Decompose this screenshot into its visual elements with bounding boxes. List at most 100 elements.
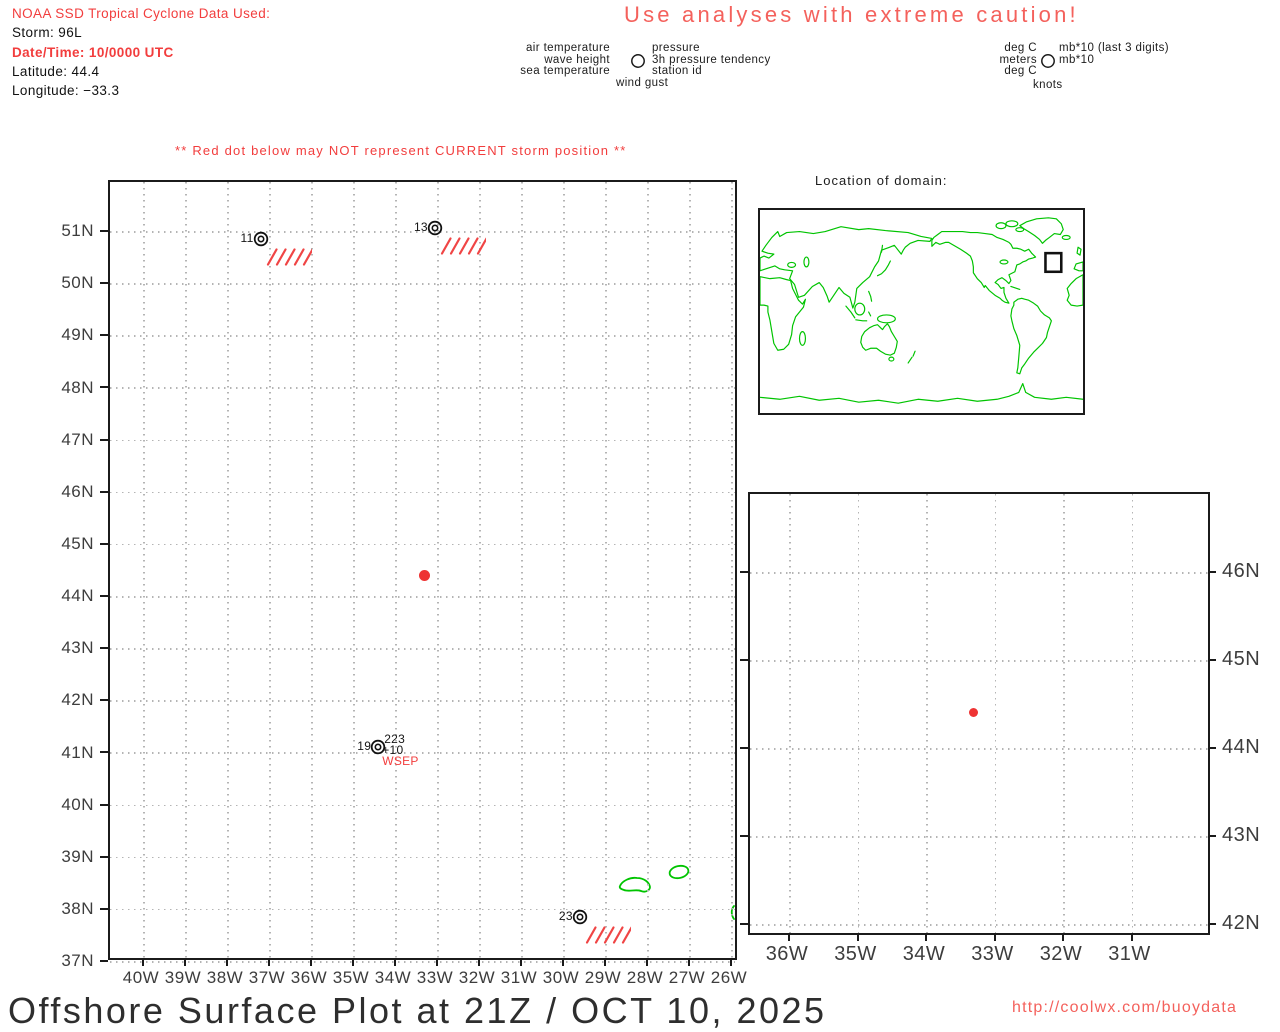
gridline-vertical (994, 494, 997, 933)
gridline-vertical (143, 182, 145, 958)
gridline-horizontal (110, 700, 735, 702)
station-circle-icon (631, 54, 645, 68)
y-tick-label: 49N (61, 325, 94, 345)
gridline-horizontal (110, 387, 735, 389)
y-tick-mark (100, 386, 108, 389)
y-tick-mark (1208, 659, 1216, 661)
gridline-vertical (647, 182, 649, 958)
x-tick-mark (788, 933, 790, 941)
station-id-number: 19 (357, 739, 372, 754)
y-tick-mark (100, 699, 108, 702)
x-tick-label: 35W (834, 943, 877, 965)
offshore-surface-plot-page: { "colors": { "red_text": "#f23d3d", "so… (0, 0, 1280, 1031)
y-tick-label: 48N (61, 377, 94, 397)
x-tick-label: 32W (1039, 943, 1083, 965)
plot-title: Offshore Surface Plot at 21Z / OCT 10, 2… (8, 990, 827, 1031)
y-tick-mark (100, 647, 108, 650)
y-tick-label: 40N (61, 794, 94, 814)
gridline-horizontal (110, 908, 735, 911)
gridline-horizontal (110, 439, 735, 442)
world-map-coastlines (760, 217, 1083, 404)
y-tick-mark (1208, 923, 1216, 925)
gridline-horizontal (110, 283, 735, 285)
missing-data-slashes (440, 237, 486, 255)
gridline-horizontal (110, 491, 735, 494)
gridline-horizontal (750, 924, 1208, 926)
gridline-vertical (563, 182, 565, 958)
gridline-horizontal (110, 543, 735, 546)
gridline-vertical (1131, 494, 1134, 933)
gridline-horizontal (750, 748, 1208, 750)
gridline-horizontal (110, 960, 735, 963)
storm-name: Storm: 96L (12, 25, 83, 41)
gridline-vertical (269, 182, 271, 958)
legend-unit-degc-air: deg C (1004, 42, 1037, 54)
gridline-vertical (227, 182, 229, 958)
storm-position-warning: ** Red dot below may NOT represent CURRE… (175, 143, 627, 158)
x-tick-label: 33W (971, 943, 1014, 965)
legend-unit-meters: meters (999, 53, 1037, 66)
x-tick-label: 26W (710, 968, 748, 987)
legend-air-temperature: air temperature (526, 42, 610, 54)
storm-info-block: NOAA SSD Tropical Cyclone Data Used: Sto… (12, 4, 270, 100)
y-tick-mark (740, 571, 748, 573)
y-tick-label: 39N (61, 846, 94, 866)
storm-latitude: Latitude: 44.4 (12, 63, 100, 79)
y-tick-mark (740, 835, 748, 837)
gridline-horizontal (110, 856, 735, 859)
y-tick-label: 42N (61, 690, 94, 710)
y-tick-label: 44N (61, 586, 94, 606)
gridline-horizontal (750, 660, 1208, 662)
buoy-station-icon (253, 231, 268, 247)
caution-headline: Use analyses with extreme caution! (624, 2, 1079, 27)
gridline-horizontal (110, 595, 735, 598)
y-tick-label: 47N (61, 429, 94, 449)
gridline-vertical (185, 182, 187, 958)
y-tick-mark (1208, 835, 1216, 837)
y-tick-label: 45N (61, 533, 94, 553)
gridline-vertical (731, 182, 733, 958)
y-tick-label: 38N (61, 898, 94, 918)
gridline-horizontal (110, 752, 735, 754)
y-tick-mark (100, 803, 108, 806)
legend-unit-knots: knots (1033, 79, 1063, 91)
y-tick-label: 51N (61, 221, 94, 241)
x-tick-label: 34W (902, 943, 946, 965)
x-tick-mark (1130, 933, 1133, 941)
gridline-vertical (353, 182, 355, 958)
y-tick-mark (100, 959, 108, 962)
y-tick-label: 44N (1222, 736, 1261, 759)
y-tick-mark (100, 490, 108, 493)
y-tick-label: 46N (1222, 560, 1261, 583)
y-tick-label: 45N (1222, 648, 1261, 671)
y-tick-mark (100, 542, 108, 545)
y-tick-mark (100, 907, 108, 910)
y-tick-mark (740, 923, 748, 925)
y-tick-label: 42N (1222, 912, 1261, 935)
station-id-number: 23 (558, 908, 573, 923)
x-tick-mark (856, 933, 859, 941)
y-tick-mark (100, 855, 108, 858)
gridline-horizontal (110, 804, 735, 807)
y-tick-mark (100, 230, 108, 232)
y-tick-label: 50N (61, 273, 94, 293)
missing-data-slashes (266, 248, 312, 266)
gridline-vertical (857, 494, 860, 933)
storm-longitude: Longitude: −33.3 (12, 83, 120, 99)
y-tick-label: 37N (61, 951, 94, 971)
y-tick-mark (100, 438, 108, 441)
gridline-vertical (789, 494, 791, 933)
missing-data-slashes (585, 926, 631, 944)
main-map-plot: 40W 39W 38W 37W 36W 35W 34W 33W 32W 31W 30W 29W 28W 2… (61, 180, 747, 987)
buoy-station-icon (427, 221, 443, 236)
station-id-number: 13 (413, 220, 428, 235)
y-tick-mark (740, 659, 748, 661)
y-tick-label: 43N (1222, 824, 1261, 847)
x-tick-mark (1062, 933, 1064, 941)
gridline-horizontal (110, 648, 735, 650)
buoy-station-icon (572, 909, 587, 924)
legend-pressure-tendency: 3h pressure tendency (652, 53, 771, 66)
legend-unit-mb10: mb*10 (1059, 53, 1095, 66)
gridline-vertical (395, 182, 397, 958)
gridline-vertical (311, 182, 313, 958)
